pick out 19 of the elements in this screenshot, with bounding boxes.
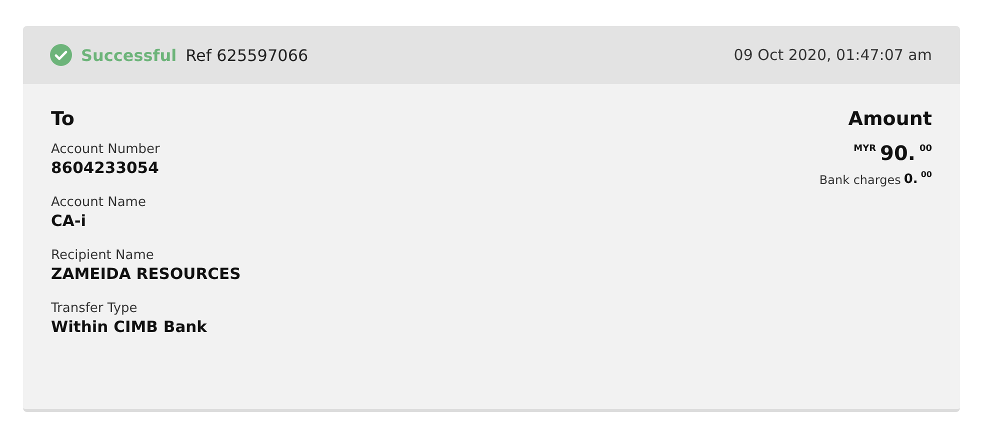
- timestamp: 09 Oct 2020, 01:47:07 am: [734, 46, 932, 64]
- charges-cents: 00: [920, 170, 932, 179]
- field-label: Account Number: [51, 142, 161, 157]
- section-title: To: [51, 108, 76, 130]
- section-title: Amount: [848, 108, 932, 130]
- field-value: 8604233054: [51, 159, 160, 177]
- status-label: Successful: [81, 46, 177, 64]
- charges-value: 0.: [904, 172, 918, 187]
- amount-value: 90.: [880, 142, 916, 164]
- field-label: Account Name: [51, 195, 147, 210]
- field-label: Recipient Name: [51, 248, 155, 263]
- field-value: Within CIMB Bank: [51, 318, 208, 336]
- reference-number: Ref 625597066: [186, 46, 308, 64]
- field-value: ZAMEIDA RESOURCES: [51, 265, 241, 283]
- field-label: Transfer Type: [51, 301, 138, 316]
- amount-cents: 00: [919, 144, 932, 154]
- field-value: CA-i: [51, 212, 88, 230]
- charges-label: Bank charges: [819, 173, 901, 187]
- currency-code: MYR: [854, 144, 876, 154]
